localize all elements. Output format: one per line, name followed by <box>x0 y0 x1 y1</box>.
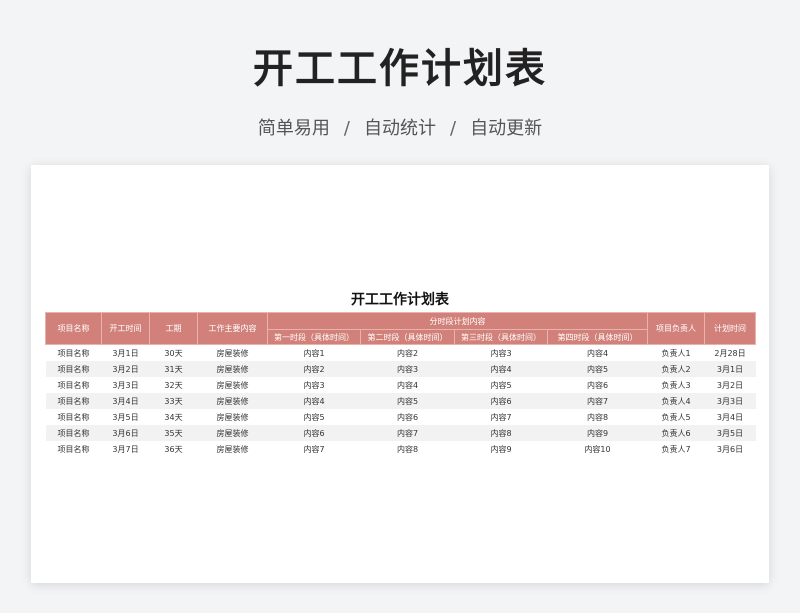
table-cell: 3月5日 <box>704 425 756 441</box>
table-cell: 负责人3 <box>647 377 705 393</box>
table-cell: 内容8 <box>547 409 648 425</box>
table-cell: 负责人4 <box>647 393 705 409</box>
spreadsheet-preview-card: 开工工作计划表 项目名称 开工时间 工期 工作主要内容 分时段计划内容 项目负责… <box>31 165 769 583</box>
subtitle-item: 自动统计 <box>364 118 436 139</box>
table-cell: 36天 <box>149 441 198 457</box>
table-cell: 3月4日 <box>704 409 756 425</box>
table-body: 项目名称 3月1日 30天 房屋装修 内容1 内容2 内容3 内容4 负责人1 2月28日 项目名称… <box>45 344 756 457</box>
table-row: 项目名称 3月6日 35天 房屋装修 内容6 内容7 内容8 内容9 负责人6 3月5日 <box>45 425 756 441</box>
table-cell: 2月28日 <box>704 344 756 361</box>
table-cell: 3月4日 <box>101 393 150 409</box>
header-phase1: 第一时段（具体时间） <box>267 329 361 345</box>
table-row: 项目名称 3月5日 34天 房屋装修 内容5 内容6 内容7 内容8 负责人5 3月4日 <box>45 409 756 425</box>
table-cell: 负责人6 <box>647 425 705 441</box>
header-duration: 工期 <box>149 312 198 345</box>
table-cell: 内容7 <box>454 409 548 425</box>
header-main-content: 工作主要内容 <box>197 312 268 345</box>
table-cell: 负责人5 <box>647 409 705 425</box>
table-cell: 内容3 <box>360 361 455 377</box>
table-cell: 内容6 <box>360 409 455 425</box>
table-cell: 内容4 <box>267 393 361 409</box>
header-start-time: 开工时间 <box>101 312 150 345</box>
table-cell: 34天 <box>149 409 198 425</box>
table-cell: 项目名称 <box>45 361 102 377</box>
table-cell: 房屋装修 <box>197 425 268 441</box>
table-cell: 房屋装修 <box>197 441 268 457</box>
table-cell: 内容4 <box>360 377 455 393</box>
table-cell: 内容4 <box>454 361 548 377</box>
subtitle-item: 自动更新 <box>470 118 543 139</box>
work-plan-table: 项目名称 开工时间 工期 工作主要内容 分时段计划内容 项目负责人 计划时间 第… <box>45 312 756 457</box>
table-cell: 3月2日 <box>704 377 756 393</box>
page-subtitle: 简单易用 / 自动统计 / 自动更新 <box>0 114 800 140</box>
table-cell: 内容5 <box>360 393 455 409</box>
table-cell: 内容6 <box>454 393 548 409</box>
page-title: 开工工作计划表 <box>253 46 547 92</box>
table-cell: 内容2 <box>267 361 361 377</box>
table-cell: 房屋装修 <box>197 409 268 425</box>
table-row: 项目名称 3月1日 30天 房屋装修 内容1 内容2 内容3 内容4 负责人1 2月28日 <box>45 344 756 361</box>
table-cell: 3月2日 <box>101 361 150 377</box>
header-phase3: 第三时段（具体时间） <box>454 329 548 345</box>
table-cell: 负责人2 <box>647 361 705 377</box>
table-cell: 项目名称 <box>45 393 102 409</box>
table-row: 项目名称 3月7日 36天 房屋装修 内容7 内容8 内容9 内容10 负责人7 3月6日 <box>45 441 756 457</box>
table-cell: 内容7 <box>267 441 361 457</box>
header-phase2: 第二时段（具体时间） <box>360 329 455 345</box>
table-row: 项目名称 3月3日 32天 房屋装修 内容3 内容4 内容5 内容6 负责人3 3月2日 <box>45 377 756 393</box>
table-cell: 3月5日 <box>101 409 150 425</box>
table-cell: 房屋装修 <box>197 344 268 361</box>
table-cell: 内容8 <box>454 425 548 441</box>
table-cell: 内容5 <box>454 377 548 393</box>
table-cell: 内容3 <box>267 377 361 393</box>
header-owner: 项目负责人 <box>647 312 705 345</box>
table-cell: 3月6日 <box>704 441 756 457</box>
table-cell: 35天 <box>149 425 198 441</box>
table-cell: 内容7 <box>547 393 648 409</box>
subtitle-item: 简单易用 <box>257 118 330 139</box>
subtitle-separator: / <box>343 118 350 139</box>
table-cell: 内容2 <box>360 344 455 361</box>
table-cell: 3月3日 <box>704 393 756 409</box>
table-cell: 31天 <box>149 361 198 377</box>
table-cell: 3月1日 <box>101 344 150 361</box>
table-cell: 内容8 <box>360 441 455 457</box>
table-cell: 内容6 <box>267 425 361 441</box>
table-cell: 33天 <box>149 393 198 409</box>
table-cell: 内容9 <box>454 441 548 457</box>
table-cell: 项目名称 <box>45 425 102 441</box>
table-cell: 3月7日 <box>101 441 150 457</box>
table-cell: 房屋装修 <box>197 377 268 393</box>
table-cell: 3月6日 <box>101 425 150 441</box>
table-cell: 内容7 <box>360 425 455 441</box>
table-cell: 3月3日 <box>101 377 150 393</box>
header-phase4: 第四时段（具体时间） <box>547 329 648 345</box>
table-cell: 内容4 <box>547 344 648 361</box>
table-cell: 30天 <box>149 344 198 361</box>
table-cell: 内容1 <box>267 344 361 361</box>
table-cell: 32天 <box>149 377 198 393</box>
table-cell: 内容5 <box>267 409 361 425</box>
table-cell: 负责人7 <box>647 441 705 457</box>
table-cell: 项目名称 <box>45 377 102 393</box>
sheet-title: 开工工作计划表 <box>351 292 449 308</box>
header-project-name: 项目名称 <box>45 312 102 345</box>
table-cell: 房屋装修 <box>197 361 268 377</box>
table-cell: 内容6 <box>547 377 648 393</box>
table-cell: 3月1日 <box>704 361 756 377</box>
table-cell: 负责人1 <box>647 344 705 361</box>
table-cell: 内容3 <box>454 344 548 361</box>
table-row: 项目名称 3月2日 31天 房屋装修 内容2 内容3 内容4 内容5 负责人2 3月1日 <box>45 361 756 377</box>
table-cell: 项目名称 <box>45 441 102 457</box>
table-row: 项目名称 3月4日 33天 房屋装修 内容4 内容5 内容6 内容7 负责人4 3月3日 <box>45 393 756 409</box>
subtitle-separator: / <box>450 118 457 139</box>
header-phase-group: 分时段计划内容 <box>267 312 648 330</box>
table-cell: 项目名称 <box>45 344 102 361</box>
table-cell: 项目名称 <box>45 409 102 425</box>
table-cell: 内容9 <box>547 425 648 441</box>
table-cell: 房屋装修 <box>197 393 268 409</box>
table-cell: 内容5 <box>547 361 648 377</box>
header-plan-time: 计划时间 <box>704 312 756 345</box>
table-cell: 内容10 <box>547 441 648 457</box>
